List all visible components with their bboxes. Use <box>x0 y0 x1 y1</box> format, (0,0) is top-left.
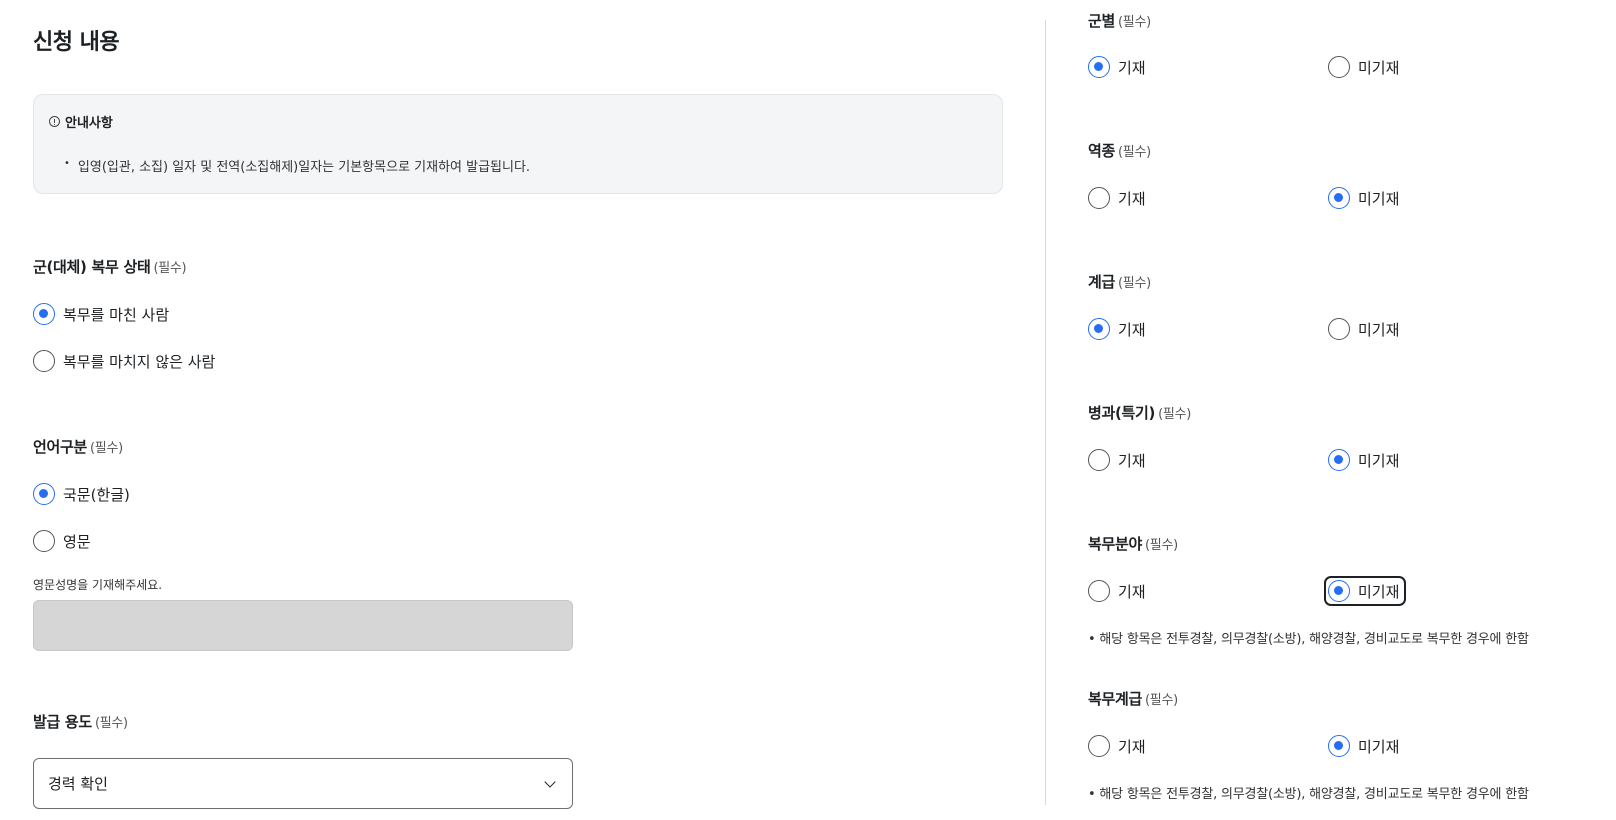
info-icon <box>49 116 60 127</box>
radio-circle-icon[interactable] <box>33 303 55 325</box>
notice-title: 안내사항 <box>49 112 113 131</box>
radio-rank-include[interactable]: 기재 <box>1088 318 1146 340</box>
left-panel: 신청 내용 안내사항 • 입영(입관, 소집) 일자 및 전역(소집해제)일자는… <box>33 0 1003 820</box>
language-label: 언어구분 (필수) <box>33 438 123 456</box>
purpose-label: 발급 용도 (필수) <box>33 713 128 731</box>
radio-circle-icon[interactable] <box>33 483 55 505</box>
notice-item-text: 입영(입관, 소집) 일자 및 전역(소집해제)일자는 기본항목으로 기재하여 … <box>77 160 531 175</box>
column-divider <box>1045 20 1046 805</box>
right-panel: 군별 (필수) 기재 미기재 역종 (필수) 기재 미기재 계급 (필수) 기재 미기… <box>1088 0 1608 820</box>
radio-service-rank-exclude[interactable]: 미기재 <box>1328 735 1399 757</box>
radio-circle-icon[interactable] <box>1088 735 1110 757</box>
bullet-icon: • <box>64 158 70 169</box>
radio-circle-icon[interactable] <box>1088 56 1110 78</box>
radio-language-korean[interactable]: 국문(한글) <box>33 483 130 505</box>
service-field-note: • 해당 항목은 전투경찰, 의무경찰(소방), 해양경찰, 경비교도로 복무한… <box>1088 632 1529 647</box>
service-type-label: 역종 (필수) <box>1088 142 1151 160</box>
radio-service-rank-include[interactable]: 기재 <box>1088 735 1146 757</box>
radio-branch-exclude[interactable]: 미기재 <box>1328 56 1399 78</box>
service-status-label: 군(대체) 복무 상태 (필수) <box>33 258 187 276</box>
radio-circle-icon[interactable] <box>1328 735 1350 757</box>
page-title: 신청 내용 <box>33 30 120 55</box>
radio-branch-include[interactable]: 기재 <box>1088 56 1146 78</box>
service-rank-note: • 해당 항목은 전투경찰, 의무경찰(소방), 해양경찰, 경비교도로 복무한… <box>1088 787 1529 802</box>
purpose-select[interactable]: 경력 확인 <box>33 758 573 809</box>
radio-circle-icon[interactable] <box>1088 449 1110 471</box>
service-rank-label: 복무계급 (필수) <box>1088 690 1178 708</box>
radio-service-field-exclude[interactable]: 미기재 <box>1323 576 1407 606</box>
english-name-label: 영문성명을 기재해주세요. <box>33 578 163 592</box>
radio-service-type-exclude[interactable]: 미기재 <box>1328 187 1399 209</box>
notice-box: 안내사항 • 입영(입관, 소집) 일자 및 전역(소집해제)일자는 기본항목으… <box>33 94 1003 194</box>
radio-circle-icon[interactable] <box>1088 187 1110 209</box>
radio-circle-icon[interactable] <box>1328 580 1350 602</box>
english-name-input[interactable] <box>33 600 573 651</box>
radio-service-not-completed[interactable]: 복무를 마치지 않은 사람 <box>33 350 215 372</box>
radio-circle-icon[interactable] <box>1328 449 1350 471</box>
radio-circle-icon[interactable] <box>33 350 55 372</box>
rank-label: 계급 (필수) <box>1088 273 1151 291</box>
radio-language-english[interactable]: 영문 <box>33 530 91 552</box>
notice-title-text: 안내사항 <box>65 116 113 131</box>
radio-circle-icon[interactable] <box>1088 318 1110 340</box>
radio-specialty-include[interactable]: 기재 <box>1088 449 1146 471</box>
radio-circle-icon[interactable] <box>1328 318 1350 340</box>
radio-rank-exclude[interactable]: 미기재 <box>1328 318 1399 340</box>
radio-service-type-include[interactable]: 기재 <box>1088 187 1146 209</box>
radio-circle-icon[interactable] <box>1328 56 1350 78</box>
radio-circle-icon[interactable] <box>1328 187 1350 209</box>
specialty-label: 병과(특기) (필수) <box>1088 404 1191 422</box>
purpose-select-value: 경력 확인 <box>48 775 108 793</box>
service-field-label: 복무분야 (필수) <box>1088 535 1178 553</box>
chevron-down-icon <box>544 775 556 788</box>
radio-specialty-exclude[interactable]: 미기재 <box>1328 449 1399 471</box>
radio-circle-icon[interactable] <box>33 530 55 552</box>
radio-service-completed[interactable]: 복무를 마친 사람 <box>33 303 169 325</box>
branch-label: 군별 (필수) <box>1088 12 1151 30</box>
radio-service-field-include[interactable]: 기재 <box>1088 580 1146 602</box>
radio-circle-icon[interactable] <box>1088 580 1110 602</box>
notice-item: • 입영(입관, 소집) 일자 및 전역(소집해제)일자는 기본항목으로 기재하… <box>64 156 530 175</box>
